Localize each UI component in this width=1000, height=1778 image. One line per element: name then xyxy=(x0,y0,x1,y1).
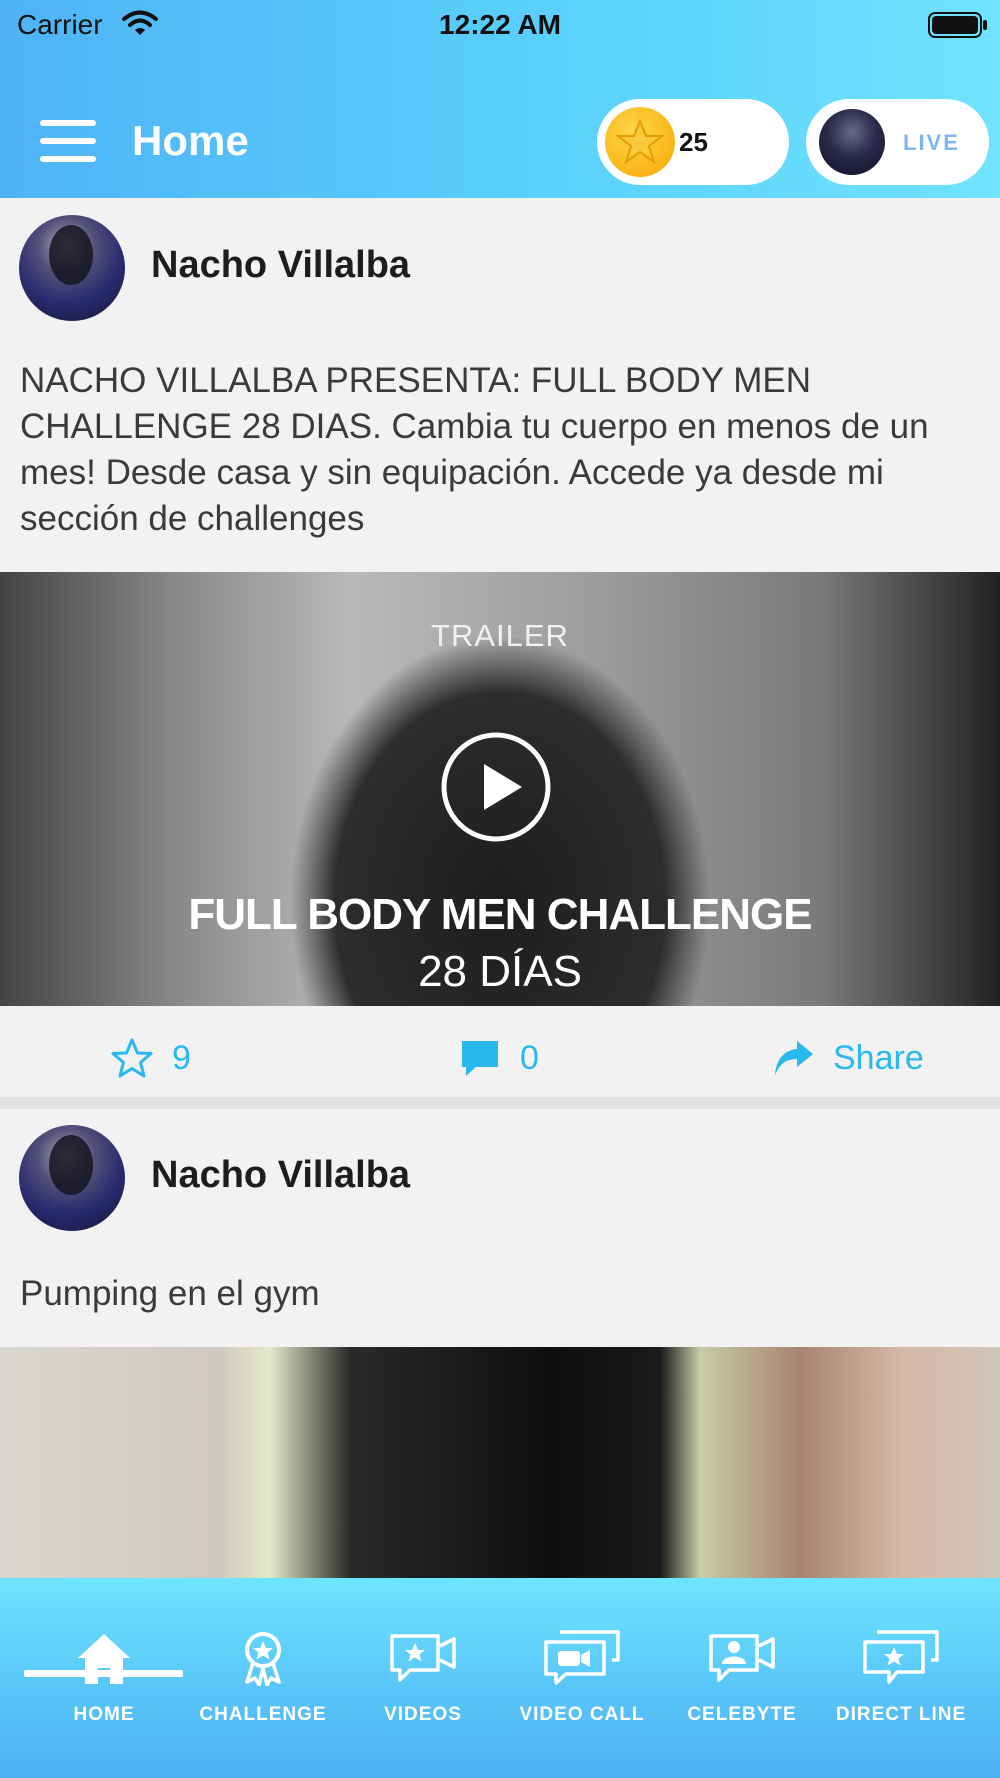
coin-count: 25 xyxy=(679,127,708,157)
celebyte-icon xyxy=(709,1634,775,1682)
status-time: 12:22 AM xyxy=(439,9,561,40)
award-icon xyxy=(245,1632,281,1686)
live-avatar xyxy=(819,109,885,175)
video-call-icon xyxy=(544,1630,620,1685)
tab-label: HOME xyxy=(73,1704,135,1725)
video-overline: TRAILER xyxy=(431,618,569,653)
tab-label: VIDEO CALL xyxy=(519,1704,645,1725)
hamburger-menu-icon[interactable] xyxy=(40,120,96,166)
video-subtitle: 28 DÍAS xyxy=(418,947,582,996)
post-text: NACHO VILLALBA PRESENTA: FULL BODY MEN C… xyxy=(20,361,929,538)
share-label: Share xyxy=(833,1038,924,1077)
comment-icon xyxy=(462,1041,498,1076)
tab-videos[interactable]: VIDEOS xyxy=(343,1578,503,1778)
author-name[interactable]: Nacho Villalba xyxy=(151,244,410,287)
comment-button[interactable]: 0 xyxy=(458,1013,539,1103)
feed-post: Nacho Villalba NACHO VILLALBA PRESENTA: … xyxy=(0,198,1000,1108)
comment-count: 0 xyxy=(520,1038,539,1077)
post-video[interactable]: TRAILER FULL BODY MEN CHALLENGE 28 DÍAS xyxy=(0,572,1000,1006)
page-title: Home xyxy=(132,117,249,164)
battery-icon xyxy=(928,12,988,43)
video-title: FULL BODY MEN CHALLENGE xyxy=(188,890,812,939)
tab-label: DIRECT LINE xyxy=(835,1704,967,1725)
coin-balance-button[interactable]: 25 xyxy=(597,99,789,185)
post-actions: 9 0 Share xyxy=(0,1013,1000,1103)
star-coin-icon xyxy=(605,107,675,177)
tab-direct-line[interactable]: DIRECT LINE xyxy=(821,1578,981,1778)
direct-line-icon xyxy=(863,1630,939,1684)
live-button[interactable]: LIVE xyxy=(806,99,989,185)
tab-video-call[interactable]: VIDEO CALL xyxy=(502,1578,662,1778)
active-tab-indicator xyxy=(24,1670,183,1677)
post-divider xyxy=(0,1097,1000,1109)
author-avatar[interactable] xyxy=(19,215,125,321)
like-count: 9 xyxy=(172,1038,191,1077)
home-icon xyxy=(78,1634,130,1684)
tab-label: CELEBYTE xyxy=(687,1704,797,1725)
tab-celebyte[interactable]: CELEBYTE xyxy=(662,1578,822,1778)
like-button[interactable]: 9 xyxy=(110,1013,191,1103)
play-icon[interactable] xyxy=(441,732,551,842)
status-bar: Carrier 12:22 AM xyxy=(0,0,1000,50)
star-outline-icon xyxy=(111,1038,153,1078)
app-header: Carrier 12:22 AM Home 25 LIVE xyxy=(0,0,1000,198)
post-text: Pumping en el gym xyxy=(20,1274,320,1313)
live-label: LIVE xyxy=(903,130,960,155)
tab-label: VIDEOS xyxy=(384,1704,462,1725)
share-arrow-icon xyxy=(775,1041,813,1075)
tab-bar: HOME CHALLENGE VIDEOS VIDEO CALL CELEBYT… xyxy=(0,1578,1000,1778)
author-avatar[interactable] xyxy=(19,1125,125,1231)
tab-label: CHALLENGE xyxy=(199,1704,327,1725)
video-star-icon xyxy=(390,1634,456,1682)
tab-challenge[interactable]: CHALLENGE xyxy=(183,1578,343,1778)
feed-post: Nacho Villalba Pumping en el gym xyxy=(0,1109,1000,1578)
share-button[interactable]: Share xyxy=(771,1013,924,1103)
post-video[interactable] xyxy=(0,1347,1000,1578)
tab-home[interactable]: HOME xyxy=(24,1578,184,1778)
author-name[interactable]: Nacho Villalba xyxy=(151,1154,410,1197)
